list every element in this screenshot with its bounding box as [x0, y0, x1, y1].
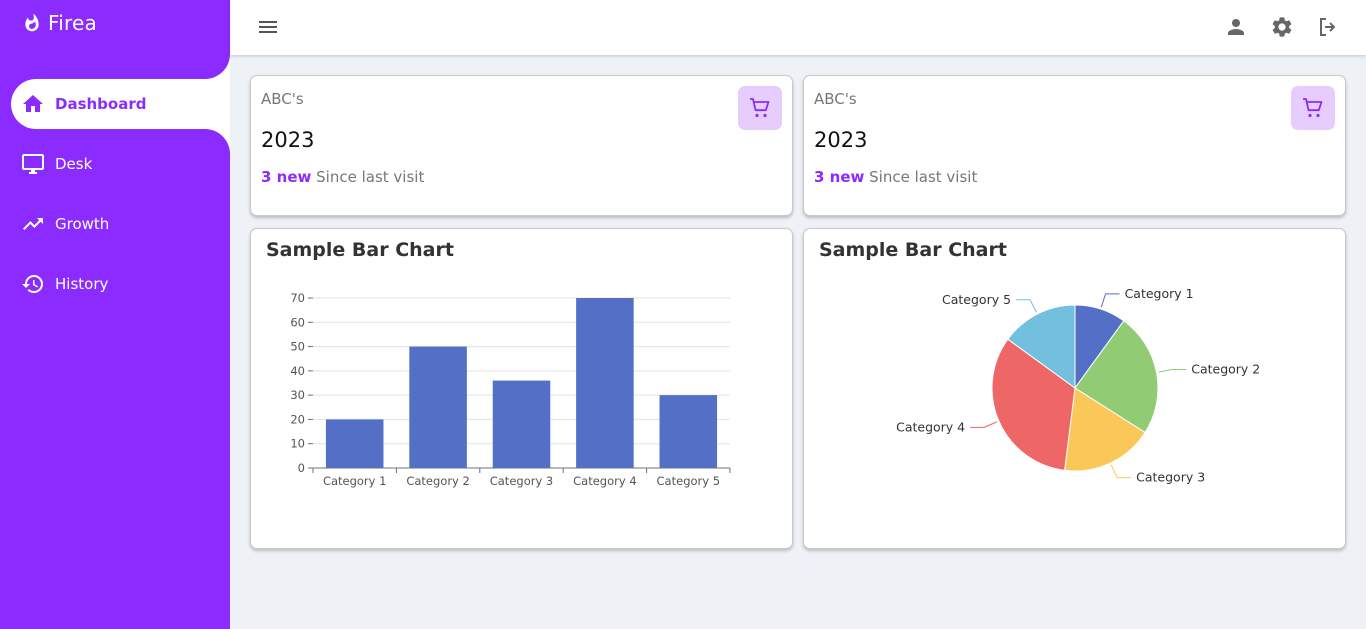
active-tab-notch-top: [180, 29, 230, 79]
settings-icon[interactable]: [1268, 13, 1296, 41]
bar[interactable]: [576, 298, 634, 468]
pie-chart-card: Sample Bar Chart Category 1 Category 2 Cat…: [803, 228, 1346, 549]
pie-label-line: [1110, 464, 1132, 479]
bar-chart: 0 10 20 30 40 50 60 70 Category 1 Category 2 Categ…: [290, 291, 731, 488]
stat-value: 2023: [261, 128, 315, 152]
logout-icon[interactable]: [1314, 13, 1342, 41]
stat-card: ABC's 2023 3 new Since last visit: [250, 75, 793, 216]
monitor-icon: [21, 152, 45, 176]
topbar: [230, 0, 1366, 55]
bar[interactable]: [659, 395, 718, 468]
bar[interactable]: [409, 346, 467, 468]
bar[interactable]: [492, 380, 551, 468]
y-tick-label: 10: [290, 437, 305, 451]
bar-chart-card: Sample Bar Chart 0 10 20 30 40 50 60 70 Category…: [250, 228, 793, 549]
pie-label-line: [970, 421, 998, 428]
cart-button[interactable]: [738, 86, 782, 130]
pie-label: Category 3: [1136, 470, 1205, 485]
pie-label-line: [1100, 293, 1120, 308]
cart-icon: [750, 98, 770, 118]
y-tick-label: 20: [290, 412, 305, 426]
stat-highlight: 3 new: [261, 168, 312, 186]
pie-label: Category 1: [1125, 286, 1194, 301]
bar[interactable]: [325, 419, 384, 468]
history-icon: [21, 272, 45, 296]
sidebar-item-history[interactable]: History: [11, 259, 230, 309]
cart-icon: [1303, 98, 1323, 118]
pie-label: Category 5: [942, 292, 1011, 307]
flame-icon: [25, 13, 39, 32]
stat-highlight: 3 new: [814, 168, 865, 186]
y-tick-label: 70: [290, 291, 305, 305]
sidebar-item-dashboard[interactable]: Dashboard: [11, 79, 230, 129]
x-tick-label: Category 5: [657, 474, 721, 488]
menu-icon[interactable]: [254, 13, 282, 41]
sidebar-item-desk[interactable]: Desk: [11, 139, 230, 189]
x-tick-label: Category 4: [573, 474, 637, 488]
stat-footnote: 3 new Since last visit: [261, 168, 424, 186]
app-name: Firea: [48, 11, 97, 35]
stat-footnote-text: Since last visit: [316, 168, 425, 186]
pie-label-line: [1016, 299, 1037, 313]
stat-value: 2023: [814, 128, 868, 152]
sidebar-item-growth[interactable]: Growth: [11, 199, 230, 249]
cart-button[interactable]: [1291, 86, 1335, 130]
stat-footnote: 3 new Since last visit: [814, 168, 977, 186]
sidebar-item-label: Dashboard: [55, 95, 147, 113]
sidebar-item-label: History: [55, 275, 109, 293]
home-icon: [21, 92, 45, 116]
y-tick-label: 60: [290, 315, 305, 329]
y-tick-label: 0: [298, 461, 305, 475]
pie-chart: Category 1 Category 2 Category 3 Category 4…: [896, 286, 1260, 485]
stat-card: ABC's 2023 3 new Since last visit: [803, 75, 1346, 216]
brand[interactable]: Firea: [22, 11, 97, 35]
y-tick-label: 50: [290, 340, 305, 354]
x-tick-label: Category 3: [490, 474, 554, 488]
trending-up-icon: [21, 212, 45, 236]
sidebar-item-label: Desk: [55, 155, 93, 173]
sidebar: Firea Dashboard Desk Growth History: [0, 0, 230, 629]
stat-footnote-text: Since last visit: [869, 168, 978, 186]
pie-label-line: [1158, 368, 1187, 373]
x-tick-label: Category 2: [406, 474, 470, 488]
account-icon[interactable]: [1222, 13, 1250, 41]
y-tick-label: 30: [290, 388, 305, 402]
sidebar-item-label: Growth: [55, 215, 110, 233]
pie-label: Category 4: [896, 419, 965, 434]
stat-label: ABC's: [261, 90, 304, 108]
stat-label: ABC's: [814, 90, 857, 108]
x-tick-label: Category 1: [323, 474, 387, 488]
pie-label: Category 2: [1191, 361, 1260, 376]
y-tick-label: 40: [290, 364, 305, 378]
